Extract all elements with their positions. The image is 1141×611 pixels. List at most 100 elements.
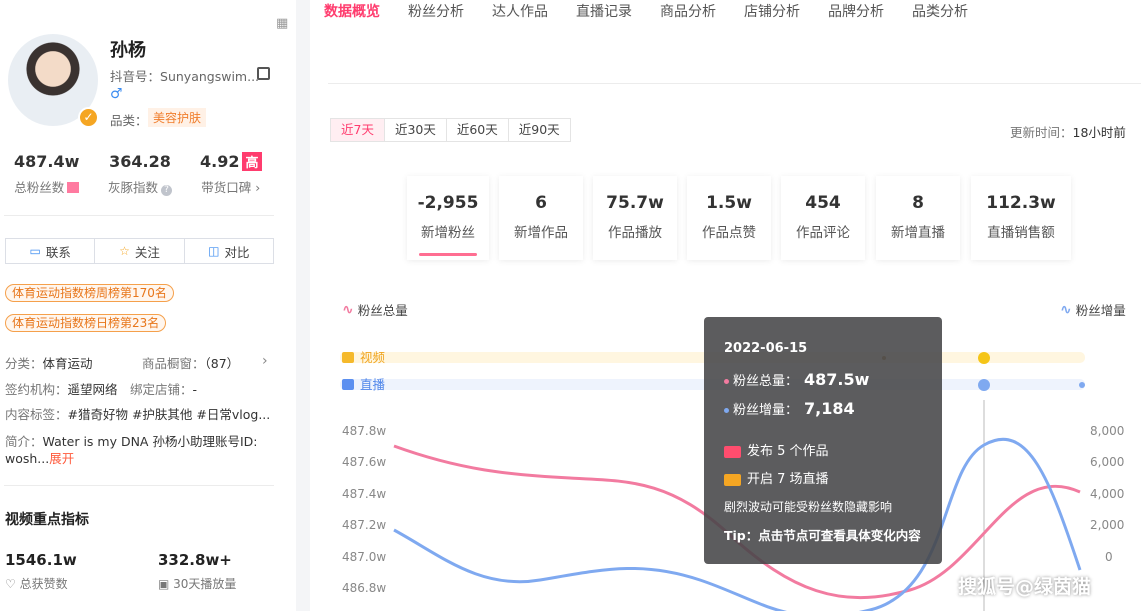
- info-tags: 内容标签：#猎奇好物 #护肤其他 #日常vlog...: [5, 404, 270, 423]
- y-left-tick: 487.4w: [342, 487, 386, 501]
- card-new-fans[interactable]: -2,955 新增粉丝: [407, 176, 489, 260]
- info-tags-label: 内容标签：: [5, 407, 68, 422]
- legend-total[interactable]: ∿ 粉丝总量: [342, 300, 408, 319]
- info-intro-line2: wosh...: [5, 451, 50, 466]
- verified-icon: ✓: [78, 107, 99, 128]
- card-live-sales-label: 直播销售额: [987, 225, 1055, 241]
- grid-corner-icon[interactable]: ▦: [276, 16, 292, 32]
- video-section-title: 视频重点指标: [5, 512, 89, 528]
- compare-button[interactable]: ◫ 对比: [185, 239, 273, 263]
- info-category-label: 分类：: [5, 356, 43, 371]
- stat-fans-value: 487.4w: [14, 152, 80, 171]
- y-right-tick: 0: [1105, 550, 1113, 564]
- tooltip-note: 剧烈波动可能受粉丝数隐藏影响: [724, 500, 893, 514]
- info-agency-value: 遥望网络: [67, 382, 118, 397]
- compare-label: 对比: [224, 244, 250, 260]
- tab-categories[interactable]: 品类分析: [898, 0, 982, 26]
- tooltip-live-text: 开启 7 场直播: [747, 472, 829, 487]
- period-90d[interactable]: 近90天: [509, 119, 570, 141]
- reputation-badge: 高: [242, 152, 262, 171]
- period-7d[interactable]: 近7天: [331, 119, 385, 141]
- live-event-point[interactable]: [1079, 382, 1085, 388]
- male-icon: ♂: [110, 86, 123, 102]
- period-60d[interactable]: 近60天: [447, 119, 509, 141]
- update-time: 更新时间：18小时前: [1010, 122, 1126, 141]
- card-likes-label: 作品点赞: [702, 225, 756, 241]
- y-left-tick: 487.6w: [342, 455, 386, 469]
- card-new-works[interactable]: 6 新增作品: [499, 176, 583, 260]
- card-new-fans-label: 新增粉丝: [421, 225, 475, 241]
- copy-icon[interactable]: [257, 67, 270, 80]
- wave-legend-icon: ∿: [342, 301, 354, 318]
- showcase-chevron-icon[interactable]: ›: [262, 353, 268, 369]
- tab-works[interactable]: 达人作品: [478, 0, 562, 26]
- tab-fans[interactable]: 粉丝分析: [394, 0, 478, 26]
- live-row-icon: [342, 379, 354, 390]
- chat-icon: ▭: [29, 244, 41, 258]
- card-live-sales[interactable]: 112.3w 直播销售额: [971, 176, 1071, 260]
- stat-fans: 487.4w 总粉丝数: [14, 152, 79, 196]
- divider: [328, 83, 1141, 84]
- rank-weekly-tag[interactable]: 体育运动指数榜周榜第170名: [5, 284, 174, 302]
- tab-shops[interactable]: 店铺分析: [730, 0, 814, 26]
- stat-reputation-label[interactable]: 带货口碑: [201, 180, 251, 195]
- stat-reputation: 4.92 高 带货口碑 ›: [200, 152, 262, 196]
- update-value: 18小时前: [1072, 125, 1126, 140]
- update-label: 更新时间：: [1010, 125, 1073, 140]
- info-showcase-value: （87）: [204, 356, 240, 371]
- tooltip-total-row: 粉丝总量： 487.5w: [724, 370, 869, 389]
- tab-goods[interactable]: 商品分析: [646, 0, 730, 26]
- stat-index-label: 灰豚指数: [108, 180, 159, 195]
- legend-increase-label: 粉丝增量: [1075, 303, 1126, 318]
- tab-live[interactable]: 直播记录: [562, 0, 646, 26]
- rank-daily-tag[interactable]: 体育运动指数榜日榜第23名: [5, 314, 167, 332]
- tab-brands[interactable]: 品牌分析: [814, 0, 898, 26]
- card-new-lives-label: 新增直播: [891, 225, 945, 241]
- contact-button[interactable]: ▭ 联系: [6, 239, 96, 263]
- info-showcase[interactable]: 商品橱窗：（87）: [142, 353, 239, 372]
- card-plays[interactable]: 75.7w 作品播放: [593, 176, 677, 260]
- tab-overview[interactable]: 数据概览: [310, 0, 394, 26]
- card-likes-value: 1.5w: [706, 193, 752, 213]
- period-30d[interactable]: 近30天: [385, 119, 447, 141]
- card-new-fans-value: -2,955: [417, 193, 479, 213]
- video-event-point[interactable]: [978, 352, 990, 364]
- kpi-likes-label: 总获赞数: [19, 577, 68, 591]
- watermark: 搜狐号@绿茵猫: [958, 576, 1092, 598]
- live-camera-icon: [724, 473, 741, 486]
- card-plays-value: 75.7w: [606, 193, 664, 213]
- divider: [4, 485, 274, 486]
- kpi-likes-value: 1546.1w: [5, 551, 77, 569]
- tab-bar: 数据概览 粉丝分析 达人作品 直播记录 商品分析 店铺分析 品牌分析 品类分析: [310, 0, 982, 26]
- stat-index: 364.28 灰豚指数?: [108, 152, 173, 196]
- info-agency: 签约机构：遥望网络: [5, 379, 118, 398]
- info-category-value: 体育运动: [42, 356, 93, 371]
- info-showcase-label: 商品橱窗：: [142, 356, 205, 371]
- wave-legend-icon: ∿: [1060, 301, 1072, 318]
- play-icon: ▣: [158, 577, 174, 591]
- fans-chart-icon[interactable]: [67, 182, 80, 193]
- heart-icon: ♡: [5, 577, 20, 591]
- card-comments-value: 454: [805, 193, 841, 213]
- increase-dot-icon: [724, 408, 729, 413]
- card-comments[interactable]: 454 作品评论: [781, 176, 865, 260]
- contact-label: 联系: [45, 244, 71, 260]
- period-selector: 近7天 近30天 近60天 近90天: [330, 118, 571, 142]
- expand-link[interactable]: 展开: [49, 451, 74, 466]
- action-bar: ▭ 联系 ☆ 关注 ◫ 对比: [5, 238, 274, 264]
- y-right-tick: 2,000: [1090, 518, 1124, 532]
- chevron-right-icon[interactable]: ›: [251, 180, 260, 195]
- chart-tooltip: 2022-06-15 粉丝总量： 487.5w 粉丝增量： 7,184 发布 5 个…: [704, 317, 942, 564]
- card-plays-label: 作品播放: [608, 225, 662, 241]
- stat-index-value: 364.28: [109, 152, 171, 171]
- profile-panel: ▦ ✓ 孙杨 抖音号：Sunyangswim... ♂ 品类： 美容护肤 487…: [0, 0, 296, 611]
- follow-button[interactable]: ☆ 关注: [95, 239, 185, 263]
- live-event-point[interactable]: [978, 379, 990, 391]
- help-icon[interactable]: ?: [161, 185, 173, 196]
- video-row-icon: [342, 352, 354, 363]
- douyin-id: Sunyangswim...: [160, 69, 260, 84]
- legend-increase[interactable]: ∿ 粉丝增量: [1060, 300, 1126, 319]
- card-new-lives[interactable]: 8 新增直播: [876, 176, 960, 260]
- info-tags-value: #猎奇好物 #护肤其他 #日常vlog...: [67, 407, 271, 422]
- card-likes[interactable]: 1.5w 作品点赞: [687, 176, 771, 260]
